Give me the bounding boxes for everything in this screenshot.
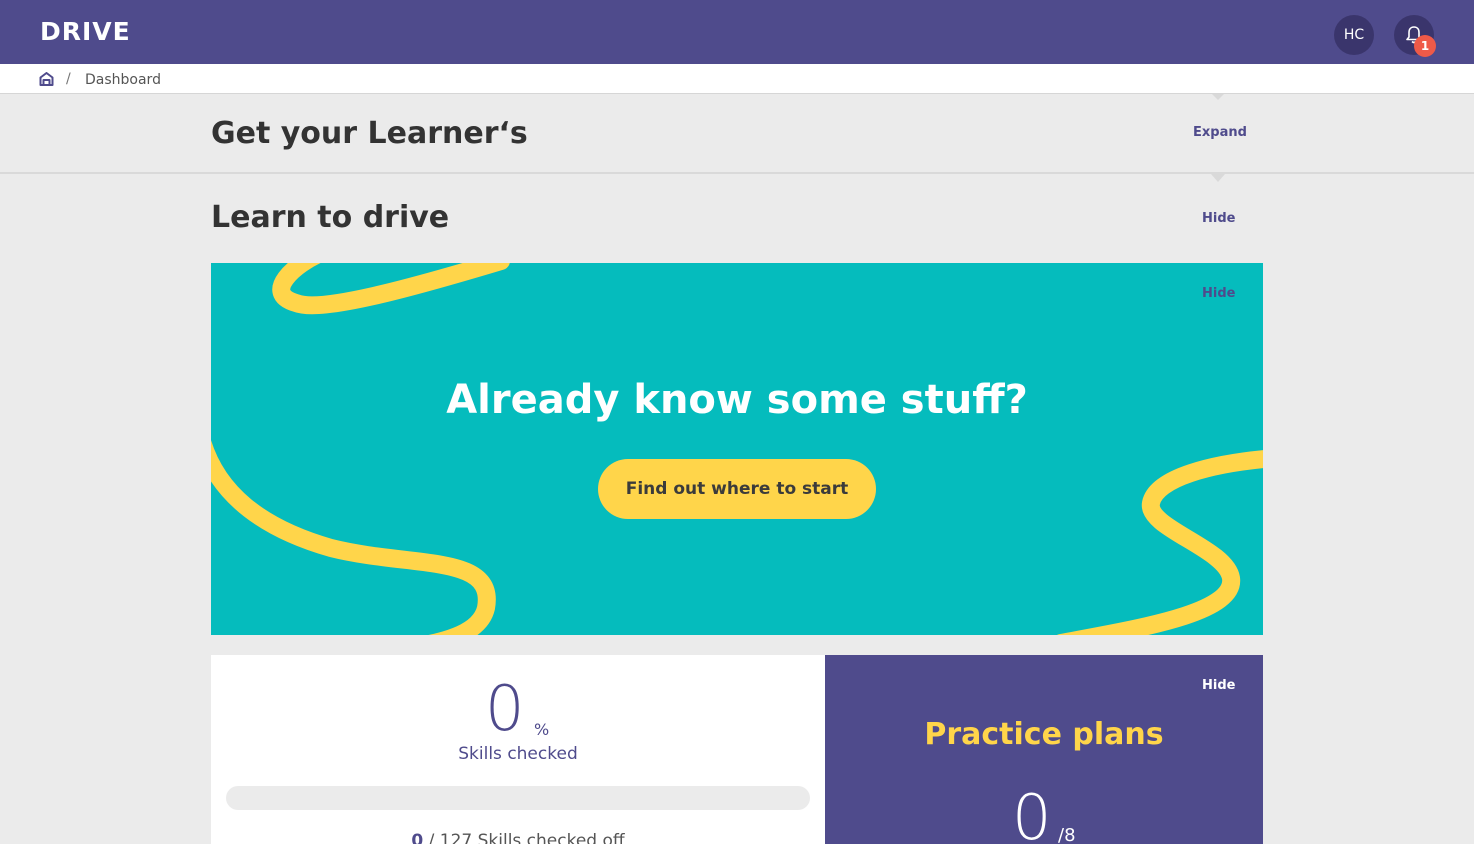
practice-plans-total: /8 [1058, 825, 1076, 844]
practice-plans-title: Practice plans [924, 717, 1164, 752]
skills-checked-count: 0 / 127 Skills checked off [211, 831, 825, 844]
learn-section-title: Learn to drive [211, 200, 450, 235]
decorative-squiggle [211, 263, 1263, 635]
find-out-where-to-start-button[interactable]: Find out where to start [598, 459, 876, 519]
hide-banner-button[interactable]: Hide [1202, 286, 1235, 301]
expand-button[interactable]: Expand [1193, 125, 1247, 140]
skills-checked-number: 0 [411, 831, 424, 844]
drive-logo[interactable]: DRIVE [40, 17, 131, 46]
notification-count-badge: 1 [1414, 35, 1436, 57]
breadcrumb: / Dashboard [0, 64, 1474, 94]
learners-section-header: Get your Learner‘s Expand [0, 94, 1474, 174]
notifications-button[interactable]: 1 [1394, 15, 1436, 57]
skills-percent-value: 0 [485, 672, 525, 745]
skills-checked-label: Skills checked [458, 744, 578, 764]
hide-practice-plans-button[interactable]: Hide [1202, 678, 1235, 693]
skills-progress-bar [226, 786, 810, 810]
breadcrumb-current: Dashboard [85, 72, 161, 88]
already-know-banner: Hide Already know some stuff? Find out w… [211, 263, 1263, 635]
skills-count-suffix: / 127 Skills checked off [423, 831, 625, 844]
practice-plans-value: 0 [1012, 781, 1052, 844]
hide-learn-section-button[interactable]: Hide [1202, 211, 1235, 226]
user-avatar[interactable]: HC [1334, 15, 1374, 55]
banner-title: Already know some stuff? [446, 377, 1028, 423]
top-navigation-bar: DRIVE HC 1 [0, 0, 1474, 64]
learners-section-title: Get your Learner‘s [211, 116, 528, 151]
practice-plans-card: Hide Practice plans 0 /8 [825, 655, 1263, 844]
breadcrumb-separator: / [66, 71, 71, 87]
skills-checked-card: 0 % Skills checked 0 / 127 Skills checke… [211, 655, 825, 844]
home-icon[interactable] [39, 72, 54, 86]
skills-percent-unit: % [534, 720, 550, 739]
section-caret [1211, 174, 1225, 182]
section-caret [1212, 94, 1224, 100]
